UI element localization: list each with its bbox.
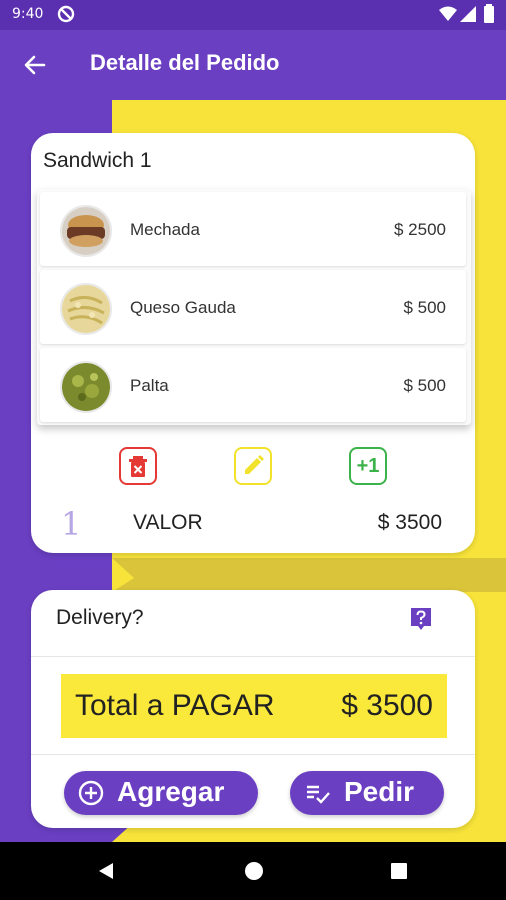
delete-button[interactable] bbox=[119, 447, 157, 485]
add-button-label: Agregar bbox=[117, 776, 225, 807]
back-nav-icon[interactable] bbox=[96, 861, 116, 885]
add-button[interactable]: Agregar bbox=[64, 771, 258, 815]
item-name: Queso Gauda bbox=[130, 298, 236, 317]
item-price: $ 2500 bbox=[394, 220, 446, 239]
arrow-left-icon[interactable] bbox=[20, 50, 50, 80]
queso-gauda-image bbox=[60, 283, 112, 335]
add-circle-icon bbox=[78, 780, 104, 813]
recents-nav-icon[interactable] bbox=[390, 862, 408, 884]
status-bar: 9:40 bbox=[0, 0, 506, 30]
valor-label: VALOR bbox=[133, 511, 203, 534]
help-icon[interactable] bbox=[409, 606, 433, 632]
add-one-label: +1 bbox=[356, 455, 380, 477]
palta-image bbox=[60, 361, 112, 413]
divider bbox=[31, 754, 475, 755]
order-card: Sandwich 1 Mechada $ 2500 Queso Gauda $ … bbox=[31, 133, 475, 553]
item-price: $ 500 bbox=[403, 376, 446, 395]
status-time: 9:40 bbox=[12, 6, 44, 22]
wifi-icon bbox=[438, 4, 458, 28]
edit-button[interactable] bbox=[234, 447, 272, 485]
item-name: Palta bbox=[130, 376, 169, 395]
home-nav-icon[interactable] bbox=[244, 861, 264, 885]
order-button-label: Pedir bbox=[344, 776, 415, 807]
quantity: 1 bbox=[61, 505, 82, 543]
total-value: $ 3500 bbox=[341, 689, 433, 722]
item-price: $ 500 bbox=[403, 298, 446, 317]
battery-icon bbox=[483, 4, 495, 28]
order-button[interactable]: Pedir bbox=[290, 771, 444, 815]
list-item[interactable]: Palta $ 500 bbox=[40, 348, 466, 422]
summary-card: Delivery? Total a PAGAR $ 3500 Agregar P… bbox=[31, 590, 475, 828]
delete-icon bbox=[121, 456, 155, 487]
pencil-icon bbox=[236, 455, 270, 487]
list-item[interactable]: Queso Gauda $ 500 bbox=[40, 270, 466, 344]
ingredients-list: Mechada $ 2500 Queso Gauda $ 500 Palta $… bbox=[37, 189, 471, 425]
total-label: Total a PAGAR bbox=[75, 689, 275, 722]
item-name: Mechada bbox=[130, 220, 200, 239]
list-item[interactable]: Mechada $ 2500 bbox=[40, 192, 466, 266]
signal-icon bbox=[459, 4, 477, 28]
add-one-button[interactable]: +1 bbox=[349, 447, 387, 485]
mechada-image bbox=[60, 205, 112, 257]
do-not-disturb-icon bbox=[56, 4, 76, 28]
item-actions: +1 bbox=[31, 447, 475, 487]
playlist-check-icon bbox=[304, 780, 332, 813]
valor-value: $ 3500 bbox=[377, 511, 442, 534]
app-bar: Detalle del Pedido bbox=[0, 30, 506, 100]
delivery-label: Delivery? bbox=[56, 606, 144, 629]
total-banner: Total a PAGAR $ 3500 bbox=[61, 674, 447, 738]
page-title: Detalle del Pedido bbox=[90, 50, 280, 75]
sandwich-title: Sandwich 1 bbox=[43, 149, 152, 172]
divider bbox=[31, 656, 475, 657]
navigation-bar bbox=[0, 842, 506, 900]
